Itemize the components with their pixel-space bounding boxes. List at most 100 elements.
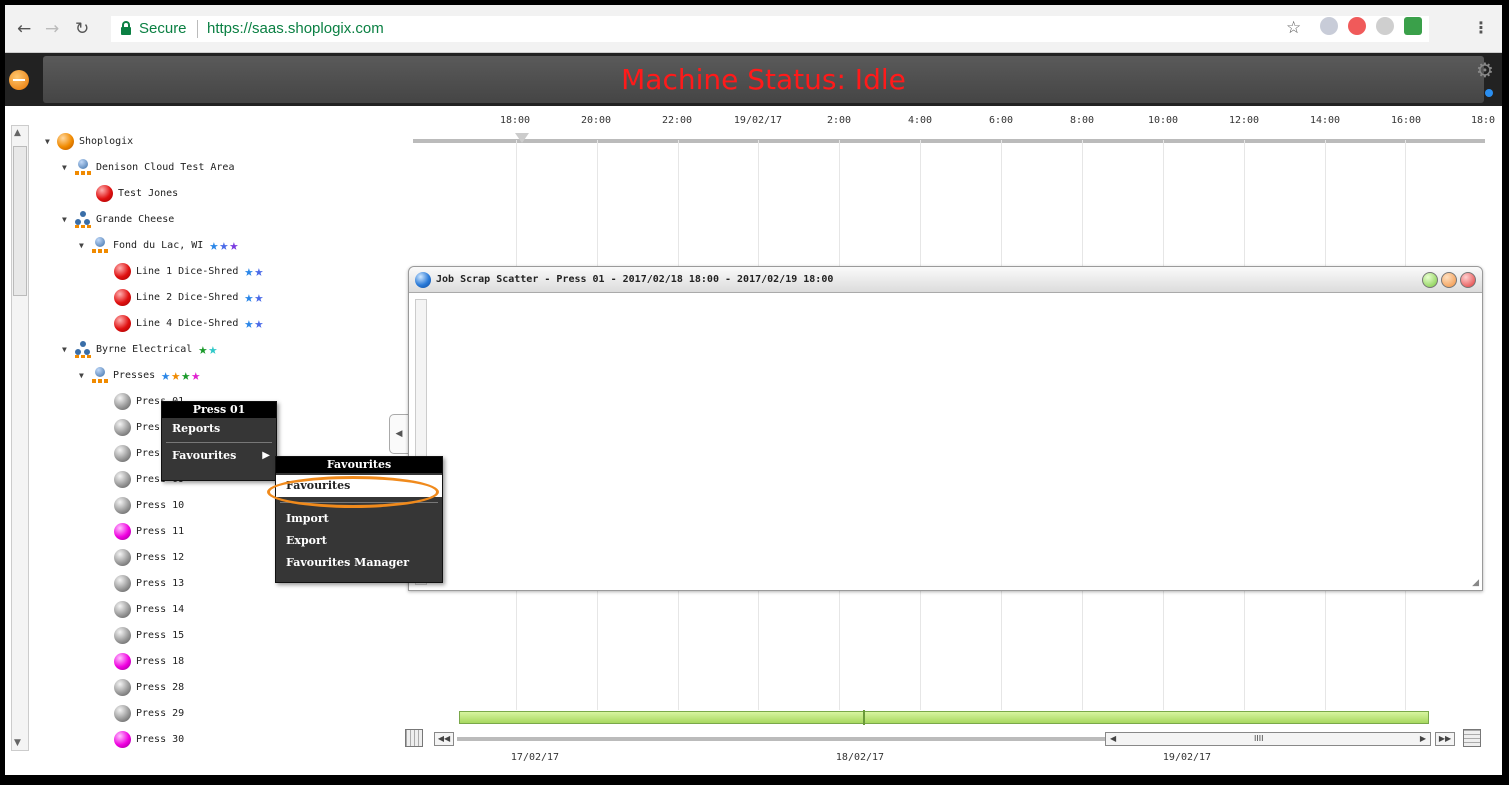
tree-node[interactable]: ▼ Presses ★★★★ <box>79 365 201 385</box>
expand-triangle-icon[interactable]: ▼ <box>62 163 74 172</box>
scroll-up-icon[interactable]: ▲ <box>14 128 21 138</box>
time-tick: 19/02/17 <box>733 115 783 126</box>
resize-grip-icon[interactable]: ◢ <box>1472 578 1479 588</box>
tree-node[interactable]: ▼ Grande Cheese <box>62 209 174 229</box>
tree-node[interactable]: ▼ Denison Cloud Test Area <box>62 157 234 177</box>
tree-node-label: Press 11 <box>136 525 185 537</box>
rewind-button[interactable]: ◀◀ <box>434 732 454 746</box>
browser-toolbar: ← → ↻ Secure https://saas.shoplogix.com … <box>5 5 1502 53</box>
menu-item-reports[interactable]: Reports <box>162 418 276 440</box>
tree-node-label: Press 18 <box>136 655 185 667</box>
extension-disabled-icon[interactable] <box>1376 17 1394 35</box>
expand-triangle-icon[interactable]: ▼ <box>79 241 91 250</box>
tree-node-label: Fond du Lac, WI <box>113 239 204 251</box>
scroll-down-icon[interactable]: ▼ <box>14 738 21 748</box>
favourite-stars-icon: ★★ <box>244 288 265 306</box>
tree-node[interactable]: Press <box>114 417 166 437</box>
fast-forward-button[interactable]: ▶▶ <box>1435 732 1455 746</box>
status-magenta-icon <box>114 522 131 540</box>
time-marker-handle[interactable] <box>515 133 529 143</box>
menu-item-label: Reports <box>172 422 221 435</box>
tree-node[interactable]: Press 14 <box>114 599 184 619</box>
menu-item-export[interactable]: Export <box>276 530 442 552</box>
forward-icon[interactable]: → <box>45 19 59 39</box>
tree-node[interactable]: Press 29 <box>114 703 184 723</box>
scroll-thumb[interactable] <box>13 146 27 296</box>
minimize-button[interactable] <box>1422 272 1438 288</box>
expand-triangle-icon[interactable]: ▼ <box>79 371 91 380</box>
menu-item-favourites[interactable]: Favourites ▶ <box>162 445 276 467</box>
calendar-grid-icon[interactable] <box>405 729 423 747</box>
menu-item-label: Favourites Manager <box>286 556 410 569</box>
machine-status-title: Machine Status: Idle <box>621 63 906 96</box>
tree-node[interactable]: Press 30 <box>114 729 184 749</box>
tree-node[interactable]: Press 13 <box>114 573 184 593</box>
tree-node-label: Press 29 <box>136 707 185 719</box>
expand-triangle-icon[interactable]: ▼ <box>62 345 74 354</box>
close-button[interactable] <box>1460 272 1476 288</box>
range-grip-icon[interactable]: IIII <box>1254 734 1263 743</box>
tree-node-label: Line 2 Dice-Shred <box>136 291 239 303</box>
shoplogix-node-icon <box>57 132 74 150</box>
menu-item-label: Favourites <box>172 449 237 462</box>
settings-gear-icon[interactable]: ⚙ <box>1476 58 1494 82</box>
tree-node[interactable]: Press 11 <box>114 521 184 541</box>
extension-block-icon[interactable] <box>1348 17 1366 35</box>
status-grey-icon <box>114 548 131 566</box>
time-tick: 22:00 <box>661 115 693 126</box>
back-icon[interactable]: ← <box>17 19 31 39</box>
app-header: Machine Status: Idle ⚙ <box>5 53 1502 106</box>
time-tick: 10:00 <box>1147 115 1179 126</box>
tree-node[interactable]: Test Jones <box>96 183 178 203</box>
tree-node-root[interactable]: ▼ Shoplogix <box>45 131 133 151</box>
tree-node-label: Line 1 Dice-Shred <box>136 265 239 277</box>
tree-node[interactable]: Press 10 <box>114 495 184 515</box>
tree-node[interactable]: Press 12 <box>114 547 184 567</box>
browser-window: ← → ↻ Secure https://saas.shoplogix.com … <box>5 5 1502 775</box>
status-red-icon <box>114 288 131 306</box>
tree-scrollbar[interactable]: ▲ ▼ <box>11 125 29 751</box>
range-right-handle-icon[interactable]: ▶ <box>1420 734 1426 743</box>
collapse-panel-handle[interactable]: ◀ <box>389 414 409 454</box>
submenu-arrow-icon: ▶ <box>262 450 270 461</box>
shoplogix-logo-icon[interactable] <box>9 70 29 90</box>
tree-node[interactable]: ▼ Byrne Electrical ★★ <box>62 339 218 359</box>
tree-node[interactable]: Press 15 <box>114 625 184 645</box>
bookmark-star-icon[interactable]: ☆ <box>1286 18 1301 38</box>
address-bar[interactable]: Secure https://saas.shoplogix.com <box>111 16 1429 42</box>
menu-item-import[interactable]: Import <box>276 508 442 530</box>
expand-triangle-icon[interactable]: ▼ <box>62 215 74 224</box>
extension-green-icon[interactable] <box>1404 17 1422 35</box>
favourite-stars-icon: ★★★ <box>209 236 240 254</box>
tree-node[interactable]: Press 18 <box>114 651 184 671</box>
menu-item-favourites-manager[interactable]: Favourites Manager <box>276 552 442 574</box>
tree-node[interactable]: Press 28 <box>114 677 184 697</box>
secure-label: Secure <box>139 20 187 37</box>
list-view-icon[interactable] <box>1463 729 1481 747</box>
tree-node[interactable]: Line 2 Dice-Shred ★★ <box>114 287 264 307</box>
tree-node-label: Test Jones <box>118 187 179 199</box>
range-left-handle-icon[interactable]: ◀ <box>1110 734 1116 743</box>
overview-marker <box>863 710 865 725</box>
expand-triangle-icon[interactable]: ▼ <box>45 137 57 146</box>
window-icon <box>415 272 431 288</box>
status-magenta-icon <box>114 652 131 670</box>
extension-shield-icon[interactable] <box>1320 17 1338 35</box>
menu-separator <box>166 442 272 443</box>
menu-item-label: Import <box>286 512 329 525</box>
tree-node[interactable]: Line 1 Dice-Shred ★★ <box>114 261 264 281</box>
browser-menu-icon[interactable]: ⋮ <box>1473 18 1489 37</box>
tree-node[interactable]: Line 4 Dice-Shred ★★ <box>114 313 264 333</box>
reload-icon[interactable]: ↻ <box>75 19 89 39</box>
time-tick: 8:00 <box>1069 115 1095 126</box>
status-grey-icon <box>114 418 131 436</box>
maximize-button[interactable] <box>1441 272 1457 288</box>
timeline-overview-bar[interactable] <box>459 710 1429 725</box>
navigator-range-thumb[interactable]: ◀ IIII ▶ <box>1105 732 1431 746</box>
time-tick: 12:00 <box>1228 115 1260 126</box>
window-titlebar[interactable]: Job Scrap Scatter - Press 01 - 2017/02/1… <box>409 267 1482 293</box>
url-text[interactable]: https://saas.shoplogix.com <box>207 20 384 37</box>
favourite-stars-icon: ★★★★ <box>161 366 202 384</box>
time-tick: 14:00 <box>1309 115 1341 126</box>
tree-node[interactable]: ▼ Fond du Lac, WI ★★★ <box>79 235 239 255</box>
